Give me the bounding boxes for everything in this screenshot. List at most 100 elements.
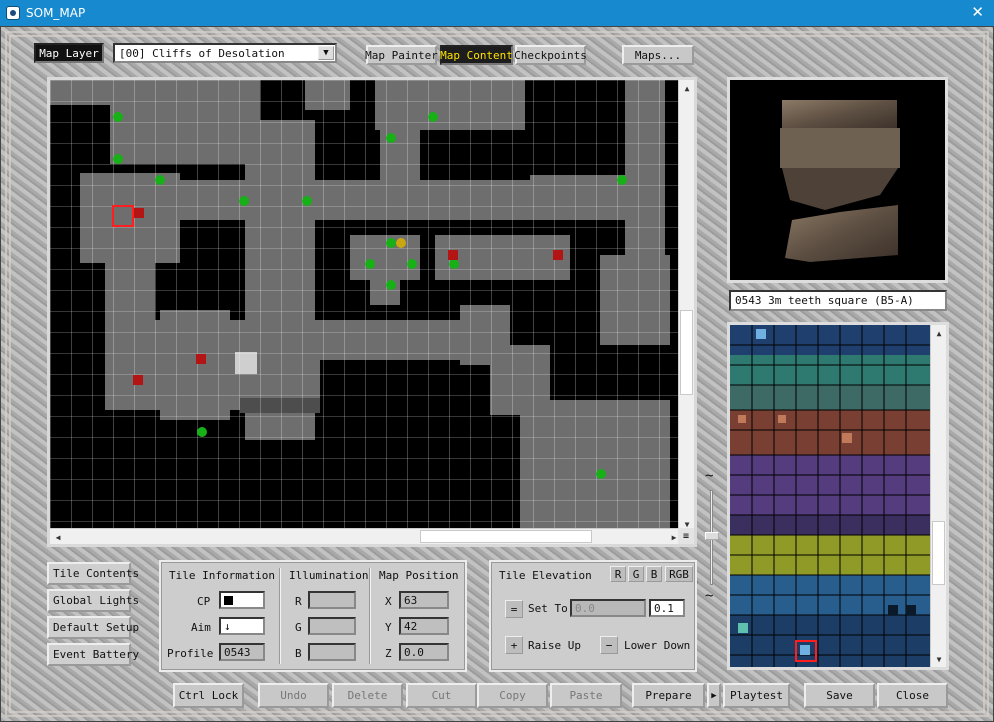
tile-palette[interactable]: ▲ ▼ — [727, 322, 949, 670]
ctrl-lock-button[interactable]: Ctrl Lock — [173, 683, 244, 708]
default-setup-button[interactable]: Default Setup — [47, 616, 139, 639]
map-viewport[interactable]: ▲ ▼ ◀ ▶ ≡ — [47, 77, 697, 547]
scroll-up-icon[interactable]: ▲ — [931, 325, 946, 341]
close-icon[interactable]: ✕ — [971, 3, 984, 21]
red-marker — [134, 208, 144, 218]
slider-top-mark: ~ — [705, 468, 714, 484]
layer-select-value: [00] Cliffs of Desolation — [119, 46, 285, 60]
slider-thumb[interactable] — [705, 532, 719, 540]
aim-field[interactable]: ↓ — [219, 617, 265, 635]
vertical-scroll-thumb[interactable] — [680, 310, 693, 395]
map-layer-label: Map Layer — [34, 43, 104, 63]
title-bar: SOM_MAP ✕ — [0, 0, 994, 26]
palette-scroll-thumb[interactable] — [932, 521, 945, 585]
green-marker — [365, 259, 375, 269]
z-label: Z — [385, 647, 392, 660]
x-label: X — [385, 595, 392, 608]
window-title: SOM_MAP — [26, 6, 86, 20]
layer-select[interactable]: [00] Cliffs of Desolation ▼ — [113, 43, 337, 63]
step-field[interactable]: 0.1 — [649, 599, 685, 617]
red-marker — [448, 250, 458, 260]
event-battery-button[interactable]: Event Battery — [47, 643, 139, 666]
green-marker — [617, 175, 627, 185]
scroll-up-icon[interactable]: ▲ — [679, 80, 695, 96]
green-marker — [596, 469, 606, 479]
map-position-heading: Map Position — [379, 569, 459, 582]
set-to-field[interactable]: 0.0 — [570, 599, 646, 617]
lower-down-button[interactable]: Lower Down — [624, 639, 690, 652]
delete-button[interactable]: Delete — [332, 683, 403, 708]
illumination-heading: Illumination — [289, 569, 369, 582]
undo-button[interactable]: Undo — [258, 683, 329, 708]
set-to-label: Set To — [528, 602, 568, 615]
resize-grip-icon[interactable]: ≡ — [678, 528, 694, 544]
paste-button[interactable]: Paste — [550, 683, 622, 708]
illumination-r-field[interactable] — [308, 591, 356, 609]
r-channel-button[interactable]: R — [610, 566, 626, 582]
red-marker — [133, 375, 143, 385]
tab-map-painter[interactable]: Map Painter — [365, 45, 438, 65]
cut-button[interactable]: Cut — [406, 683, 477, 708]
tab-map-content[interactable]: Map Content — [440, 45, 513, 65]
green-marker — [239, 196, 249, 206]
g-channel-button[interactable]: G — [628, 566, 644, 582]
map-horizontal-scrollbar[interactable]: ◀ ▶ — [50, 528, 682, 544]
cp-swatch — [224, 595, 233, 605]
green-marker — [407, 259, 417, 269]
profile-field[interactable]: 0543 — [219, 643, 265, 661]
scroll-down-icon[interactable]: ▼ — [931, 651, 946, 667]
equals-button[interactable]: = — [505, 600, 523, 618]
tile-elevation-panel: Tile Elevation R G B RGB = Set To 0.0 0.… — [489, 560, 697, 672]
global-lights-button[interactable]: Global Lights — [47, 589, 139, 612]
tile-preview-image — [780, 100, 900, 262]
scroll-left-icon[interactable]: ◀ — [50, 529, 66, 545]
tile-info-heading: Tile Information — [169, 569, 275, 582]
map-vertical-scrollbar[interactable]: ▲ ▼ — [678, 80, 694, 532]
b-channel-button[interactable]: B — [646, 566, 662, 582]
horizontal-scroll-thumb[interactable] — [420, 530, 592, 543]
divider — [369, 568, 371, 664]
red-marker — [553, 250, 563, 260]
prepare-button[interactable]: Prepare — [632, 683, 705, 708]
save-button[interactable]: Save — [804, 683, 875, 708]
cp-field[interactable] — [219, 591, 265, 609]
g-label: G — [295, 621, 302, 634]
illumination-g-field[interactable] — [308, 617, 356, 635]
playtest-button[interactable]: Playtest — [723, 683, 790, 708]
rgb-channel-button[interactable]: RGB — [665, 566, 693, 582]
copy-button[interactable]: Copy — [477, 683, 548, 708]
green-marker — [386, 280, 396, 290]
tile-elevation-heading: Tile Elevation — [499, 569, 592, 582]
tile-name-field: 0543 3m teeth square (B5-A) — [729, 290, 947, 311]
aim-label: Aim — [191, 621, 211, 634]
green-marker — [428, 112, 438, 122]
elevation-slider[interactable]: ~ ~ — [703, 468, 719, 610]
chevron-down-icon[interactable]: ▼ — [318, 46, 334, 60]
maps-button[interactable]: Maps... — [622, 45, 694, 65]
position-z-field[interactable]: 0.0 — [399, 643, 449, 661]
r-label: R — [295, 595, 302, 608]
raise-up-button[interactable]: Raise Up — [528, 639, 581, 652]
map-canvas[interactable] — [50, 80, 682, 532]
divider — [279, 568, 281, 664]
tile-preview — [727, 77, 948, 283]
close-button[interactable]: Close — [877, 683, 948, 708]
green-marker — [113, 154, 123, 164]
app-icon — [6, 6, 20, 20]
b-label: B — [295, 647, 302, 660]
tile-palette-grid[interactable] — [730, 325, 930, 667]
plus-icon[interactable]: + — [505, 636, 523, 654]
illumination-b-field[interactable] — [308, 643, 356, 661]
profile-label: Profile — [167, 647, 214, 660]
green-marker — [386, 238, 396, 248]
green-marker — [386, 133, 396, 143]
minus-icon[interactable]: − — [600, 636, 618, 654]
position-x-field[interactable]: 63 — [399, 591, 449, 609]
yellow-marker — [396, 238, 406, 248]
palette-scrollbar[interactable]: ▲ ▼ — [930, 325, 946, 667]
green-marker — [302, 196, 312, 206]
position-y-field[interactable]: 42 — [399, 617, 449, 635]
tile-contents-button[interactable]: Tile Contents — [47, 562, 139, 585]
play-arrow-icon[interactable]: ▶ — [707, 683, 721, 708]
tab-checkpoints[interactable]: Checkpoints — [514, 45, 587, 65]
